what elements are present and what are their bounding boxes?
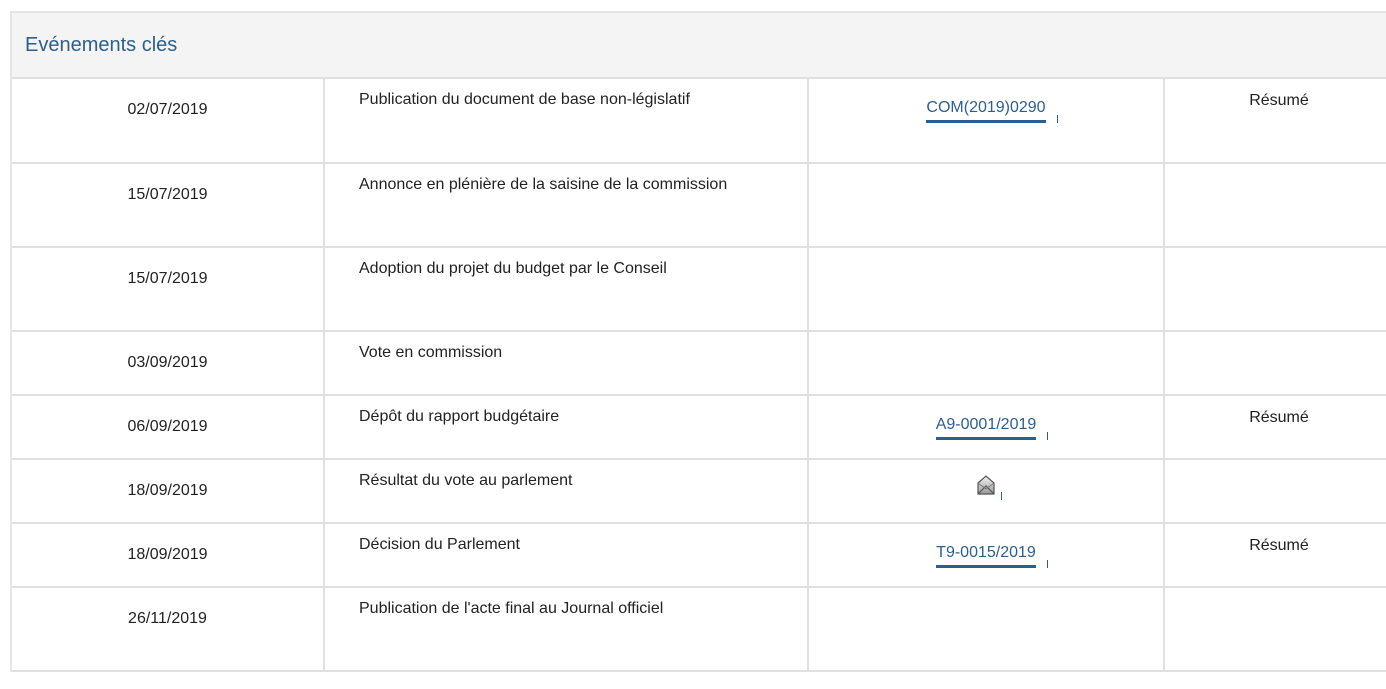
event-summary (1164, 459, 1386, 524)
event-date: 18/09/2019 (12, 459, 325, 524)
event-description: Annonce en plénière de la saisine de la … (324, 163, 809, 248)
event-summary[interactable]: Résumé (1164, 79, 1386, 164)
events-table: 02/07/2019 Publication du document de ba… (12, 79, 1386, 672)
event-description: Adoption du projet du budget par le Cons… (324, 247, 809, 332)
event-description: Dépôt du rapport budgétaire (324, 395, 809, 460)
event-date: 02/07/2019 (12, 79, 325, 164)
table-row: 15/07/2019 Annonce en plénière de la sai… (12, 163, 1386, 248)
event-date: 26/11/2019 (12, 587, 325, 672)
table-row: 06/09/2019 Dépôt du rapport budgétaire A… (12, 395, 1386, 460)
event-date: 18/09/2019 (12, 523, 325, 588)
table-row: 03/09/2019 Vote en commission (12, 331, 1386, 396)
event-summary (1164, 587, 1386, 672)
event-document: COM(2019)0290 (808, 79, 1165, 164)
event-description: Vote en commission (324, 331, 809, 396)
table-row: 26/11/2019 Publication de l'acte final a… (12, 587, 1386, 672)
event-document (808, 163, 1165, 248)
event-document (808, 247, 1165, 332)
event-date: 06/09/2019 (12, 395, 325, 460)
event-summary (1164, 331, 1386, 396)
event-description: Décision du Parlement (324, 523, 809, 588)
table-row: 02/07/2019 Publication du document de ba… (12, 79, 1386, 164)
document-link[interactable]: COM(2019)0290 (926, 98, 1058, 123)
event-document (808, 459, 1165, 524)
event-description: Publication du document de base non-légi… (324, 79, 809, 164)
event-description: Résultat du vote au parlement (324, 459, 809, 524)
event-document (808, 331, 1165, 396)
event-document: T9-0015/2019 (808, 523, 1165, 588)
event-summary (1164, 247, 1386, 332)
panel-title: Evénements clés (25, 34, 178, 56)
event-summary (1164, 163, 1386, 248)
event-date: 15/07/2019 (12, 163, 325, 248)
table-row: 15/07/2019 Adoption du projet du budget … (12, 247, 1386, 332)
event-summary[interactable]: Résumé (1164, 395, 1386, 460)
document-link[interactable]: A9-0001/2019 (935, 415, 1048, 440)
table-row: 18/09/2019 Résultat du vote au parlement (12, 459, 1386, 524)
table-row: 18/09/2019 Décision du Parlement T9-0015… (12, 523, 1386, 588)
event-date: 15/07/2019 (12, 247, 325, 332)
panel-header: Evénements clés (12, 13, 1386, 79)
key-events-panel: Evénements clés 02/07/2019 Publication d… (10, 11, 1386, 672)
document-link[interactable]: T9-0015/2019 (936, 543, 1048, 568)
event-document (808, 587, 1165, 672)
vote-result-icon[interactable] (975, 474, 1002, 500)
event-date: 03/09/2019 (12, 331, 325, 396)
event-description: Publication de l'acte final au Journal o… (324, 587, 809, 672)
event-summary[interactable]: Résumé (1164, 523, 1386, 588)
event-document: A9-0001/2019 (808, 395, 1165, 460)
